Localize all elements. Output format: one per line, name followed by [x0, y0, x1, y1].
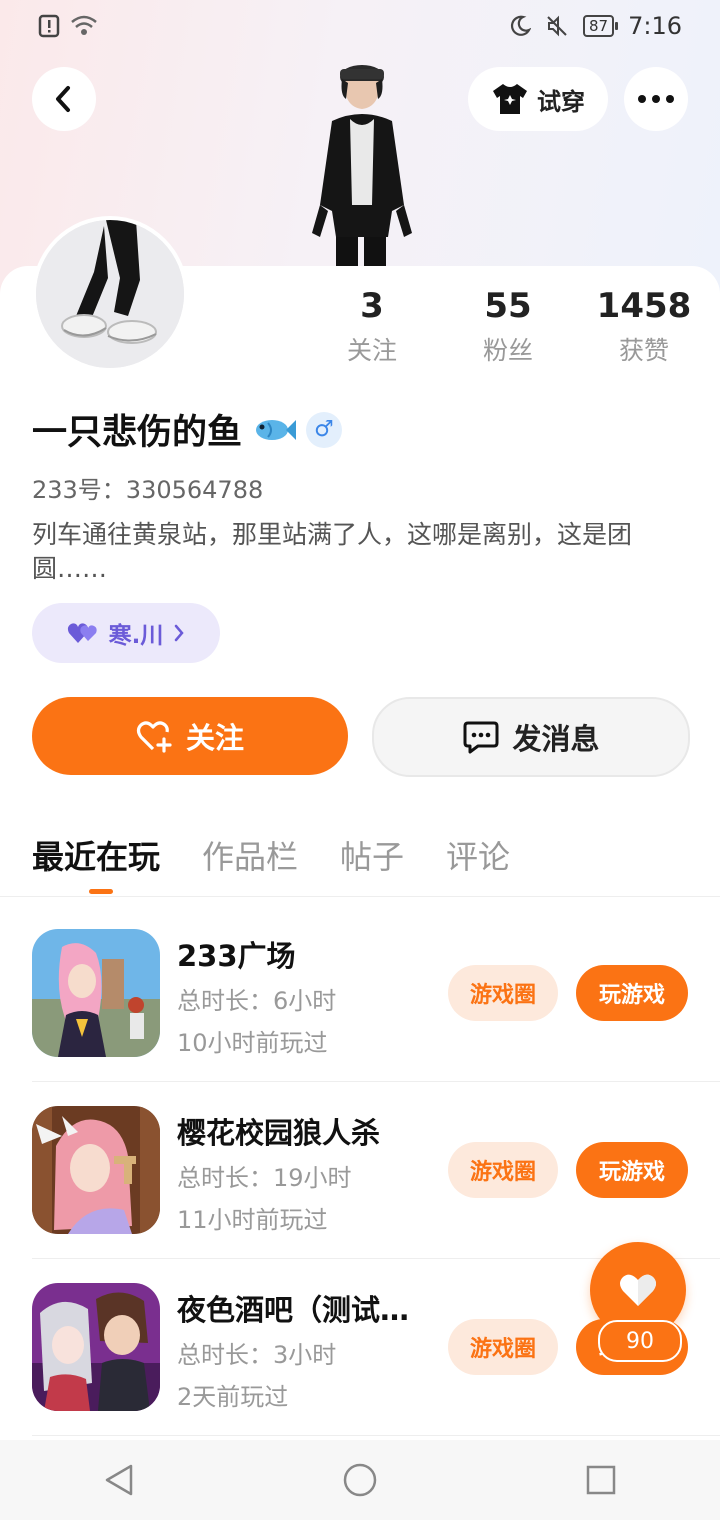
chat-bubble-icon — [463, 721, 499, 754]
nav-recents-icon[interactable] — [585, 1464, 617, 1496]
game-circle-button[interactable]: 游戏圈 — [448, 1142, 558, 1198]
game-circle-button[interactable]: 游戏圈 — [448, 965, 558, 1021]
relationship-tag[interactable]: 寒.川 — [32, 603, 220, 663]
moon-icon — [511, 15, 531, 36]
tab-recently-played[interactable]: 最近在玩 — [32, 832, 160, 894]
game-icon-233-plaza — [32, 929, 160, 1057]
tab-comments[interactable]: 评论 — [446, 832, 510, 878]
alert-icon — [38, 14, 60, 38]
game-title: 樱花校园狼人杀 — [177, 1116, 381, 1150]
message-button[interactable]: 发消息 — [372, 697, 690, 777]
avatar-image — [36, 220, 184, 368]
profile-tabs: 最近在玩 作品栏 帖子 评论 — [32, 832, 510, 894]
game-last-played: 2天前玩过 — [177, 1383, 289, 1411]
heart-plus-icon — [136, 721, 172, 753]
row-divider — [32, 1435, 720, 1436]
game-duration: 总时长：19小时 — [177, 1164, 352, 1192]
profile-name: 一只悲伤的鱼 — [32, 413, 243, 453]
profile-name-row: 一只悲伤的鱼 ♂ — [32, 404, 343, 455]
battery-indicator: 87 — [583, 15, 619, 37]
more-button[interactable] — [624, 67, 688, 131]
game-list-item[interactable]: 233广场 总时长：6小时 10小时前玩过 游戏圈 玩游戏 — [32, 929, 688, 1059]
more-dots-icon — [638, 95, 674, 103]
likes-label: 获赞 — [618, 336, 669, 365]
follow-button[interactable]: 关注 — [32, 697, 348, 775]
mute-icon — [547, 15, 567, 37]
game-icon-night-bar — [32, 1283, 160, 1411]
tab-works[interactable]: 作品栏 — [202, 832, 298, 878]
fans-stat[interactable]: 55 粉丝 — [438, 285, 578, 367]
chevron-left-icon — [56, 86, 70, 112]
try-on-button[interactable]: 试穿 — [468, 67, 608, 131]
fans-count: 55 — [484, 286, 532, 326]
play-game-button[interactable]: 玩游戏 — [576, 965, 688, 1021]
game-list-item[interactable]: 夜色酒吧（测试… 总时长：3小时 2天前玩过 游戏圈 玩游戏 — [32, 1283, 688, 1413]
play-game-button[interactable]: 玩游戏 — [576, 1142, 688, 1198]
game-duration: 总时长：3小时 — [177, 1341, 337, 1369]
like-count-badge: 90 — [598, 1320, 682, 1362]
row-divider — [32, 1081, 720, 1082]
heart-icon — [620, 1274, 656, 1306]
follow-button-label: 关注 — [185, 721, 244, 755]
double-heart-icon — [67, 623, 97, 643]
back-button[interactable] — [32, 67, 96, 131]
avatar[interactable] — [32, 216, 188, 372]
following-label: 关注 — [346, 336, 397, 365]
nav-home-icon[interactable] — [342, 1462, 378, 1498]
game-list-item[interactable]: 樱花校园狼人杀 总时长：19小时 11小时前玩过 游戏圈 玩游戏 — [32, 1106, 688, 1236]
message-button-label: 发消息 — [512, 722, 600, 756]
system-nav-bar — [0, 1440, 720, 1520]
likes-stat[interactable]: 1458 获赞 — [574, 285, 714, 367]
relationship-tag-label: 寒.川 — [108, 623, 164, 649]
game-icon-sakura-werewolf — [32, 1106, 160, 1234]
fish-emoji-icon — [256, 419, 297, 440]
wifi-icon — [71, 15, 97, 35]
user-id: 233号：330564788 — [32, 476, 264, 504]
game-last-played: 11小时前玩过 — [177, 1206, 328, 1234]
try-on-label: 试穿 — [537, 87, 585, 116]
bio-text: 列车通往黄泉站，那里站满了人，这哪是离别，这是团圆…… — [32, 520, 633, 583]
chevron-right-icon — [175, 624, 185, 642]
game-duration: 总时长：6小时 — [177, 987, 337, 1015]
game-title: 夜色酒吧（测试… — [177, 1293, 410, 1327]
game-circle-button[interactable]: 游戏圈 — [448, 1319, 558, 1375]
clock: 7:16 — [628, 12, 682, 40]
avatar-character-figure — [312, 65, 412, 267]
tab-posts[interactable]: 帖子 — [340, 832, 404, 878]
fans-label: 粉丝 — [482, 336, 533, 365]
nav-back-icon[interactable] — [103, 1463, 135, 1497]
status-bar: 87 7:16 — [0, 0, 720, 56]
male-gender-icon: ♂ — [306, 411, 343, 448]
shirt-icon — [493, 84, 527, 114]
tab-divider — [0, 896, 720, 897]
likes-count: 1458 — [596, 286, 692, 326]
following-count: 3 — [360, 286, 384, 326]
game-last-played: 10小时前玩过 — [177, 1029, 328, 1057]
game-title: 233广场 — [177, 939, 296, 973]
following-stat[interactable]: 3 关注 — [302, 285, 442, 367]
